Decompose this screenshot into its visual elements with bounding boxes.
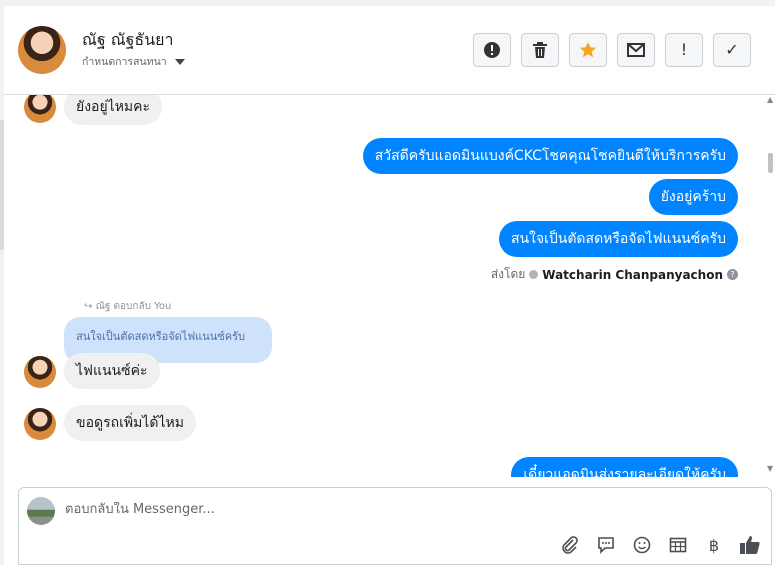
thumbs-up-icon (740, 536, 760, 554)
conversation-header: ณัฐ ณัฐธันยา กำหนดการสนทนา ! ✓ (4, 6, 775, 95)
sent-by-label: ส่งโดย (490, 267, 526, 281)
help-icon[interactable]: ? (727, 269, 738, 280)
scroll-up-arrow-icon[interactable]: ▲ (767, 95, 773, 104)
exclamation-icon: ! (680, 40, 688, 59)
message-bubble-incoming[interactable]: ยังอยู่ไหมคะ (64, 95, 163, 125)
composer-toolbar: ฿ (559, 534, 761, 556)
message-bubble-incoming[interactable]: ไฟแนนซ์ค่ะ (64, 353, 160, 389)
contact-avatar-small (24, 356, 56, 388)
scroll-thumb[interactable] (768, 153, 773, 173)
baht-icon: ฿ (708, 535, 720, 555)
reply-arrow-icon: ↪ (84, 301, 93, 312)
conversation-schedule-menu[interactable]: กำหนดการสนทนา (82, 53, 185, 70)
delete-button[interactable] (521, 33, 559, 67)
sender-status-icon (529, 270, 539, 279)
message-bubble-outgoing[interactable]: เดี๋ยวแอดมินส่งรายละเอียดให้ครับ (511, 457, 738, 477)
envelope-icon (627, 43, 645, 57)
message-bubble-outgoing[interactable]: สวัสดีครับแอดมินแบงค์CKCโชคคุณโชคยินดีให… (362, 138, 738, 174)
contact-avatar-small (24, 408, 56, 440)
caret-down-icon (174, 58, 185, 65)
message-bubble-incoming[interactable]: ขอดูรถเพิ่มได้ไหม (64, 405, 196, 441)
reply-input[interactable] (65, 502, 665, 517)
scroll-down-arrow-icon[interactable]: ▼ (767, 464, 773, 473)
reply-indicator: ↪ ณัฐ ตอบกลับ You (84, 299, 171, 314)
payment-button[interactable]: ฿ (703, 534, 725, 556)
message-bubble-outgoing[interactable]: ยังอยู่คร้าบ (648, 179, 738, 215)
page-avatar (27, 497, 55, 525)
alert-circle-icon (484, 42, 500, 58)
message-composer: ฿ (18, 487, 772, 565)
message-bubble-outgoing[interactable]: สนใจเป็นตัดสดหรือจัดไฟแนนซ์ครับ (498, 221, 738, 257)
mark-important-button[interactable]: ! (665, 33, 703, 67)
mark-done-button[interactable]: ✓ (713, 33, 751, 67)
sent-by-line: ส่งโดย Watcharin Chanpanyachon ? (491, 265, 738, 284)
contact-name[interactable]: ณัฐ ณัฐธันยา (82, 28, 174, 53)
calendar-grid-icon (669, 537, 687, 553)
attachment-button[interactable] (559, 534, 581, 556)
smiley-icon (633, 536, 651, 554)
contact-avatar[interactable] (18, 26, 66, 74)
star-icon (580, 42, 596, 58)
like-button[interactable] (739, 534, 761, 556)
appointment-button[interactable] (667, 534, 689, 556)
emoji-button[interactable] (631, 534, 653, 556)
message-thread[interactable]: ยังอยู่ไหมคะ สวัสดีครับแอดมินแบงค์CKCโชค… (4, 95, 764, 477)
conversation-schedule-label: กำหนดการสนทนา (82, 56, 167, 68)
checkmark-icon: ✓ (725, 40, 739, 59)
trash-icon (533, 42, 547, 58)
paperclip-icon (562, 536, 578, 554)
contact-avatar-small (24, 95, 56, 123)
sender-name[interactable]: Watcharin Chanpanyachon (542, 268, 723, 282)
reply-label-text: ณัฐ ตอบกลับ You (95, 301, 172, 312)
thread-scrollbar[interactable]: ▲ ▼ (766, 95, 775, 477)
star-button[interactable] (569, 33, 607, 67)
email-button[interactable] (617, 33, 655, 67)
speech-bubble-icon (598, 537, 614, 554)
saved-replies-button[interactable] (595, 534, 617, 556)
mark-spam-button[interactable] (473, 33, 511, 67)
